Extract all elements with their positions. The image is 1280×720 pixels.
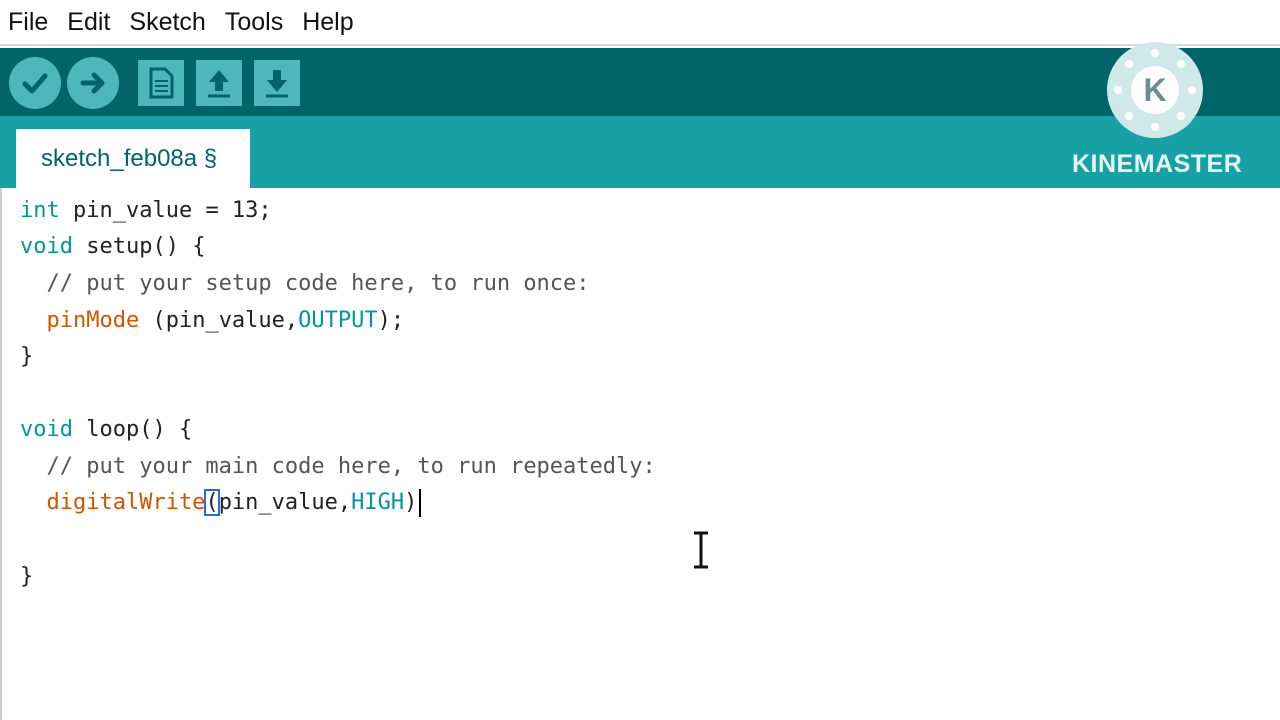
save-button[interactable] xyxy=(254,60,300,106)
code-line-2: void setup() { xyxy=(20,230,205,264)
code-text: () { xyxy=(152,234,206,259)
menu-bar: File Edit Sketch Tools Help xyxy=(0,0,1280,46)
menu-sketch[interactable]: Sketch xyxy=(129,8,205,37)
code-func-name: setup xyxy=(72,234,153,259)
ibeam-cursor-icon xyxy=(694,531,708,569)
bracket-highlight: ( xyxy=(204,489,220,516)
code-text: pin_value = 13; xyxy=(59,198,272,223)
menu-edit[interactable]: Edit xyxy=(67,8,110,37)
code-text: pin_value, xyxy=(218,490,352,515)
menu-help[interactable]: Help xyxy=(302,8,353,37)
code-line-4: pinMode (pin_value,OUTPUT); xyxy=(20,304,404,338)
code-type: int xyxy=(20,198,60,223)
new-button[interactable] xyxy=(138,60,184,106)
code-constant: OUTPUT xyxy=(298,308,378,333)
kinemaster-logo: K xyxy=(1107,42,1203,138)
menu-tools[interactable]: Tools xyxy=(225,8,283,37)
kinemaster-letter: K xyxy=(1143,72,1166,108)
open-button[interactable] xyxy=(196,60,242,106)
code-line-8: // put your main code here, to run repea… xyxy=(20,454,656,479)
upload-button[interactable] xyxy=(67,57,119,109)
code-function: pinMode xyxy=(20,308,140,333)
code-keyword: void xyxy=(20,417,73,442)
menu-file[interactable]: File xyxy=(8,8,48,37)
tab-sketch[interactable]: sketch_feb08a § xyxy=(16,129,250,188)
code-text: () { xyxy=(139,417,193,442)
code-line-1: int pin_value = 13; xyxy=(20,194,272,228)
document-icon xyxy=(149,67,174,99)
arrow-up-icon xyxy=(208,70,230,98)
arrow-down-icon xyxy=(266,70,288,98)
verify-button[interactable] xyxy=(9,57,61,109)
kinemaster-watermark: KINEMASTER xyxy=(1072,150,1243,178)
code-line-7: void loop() { xyxy=(20,413,192,447)
arrow-right-icon xyxy=(80,72,105,94)
code-constant: HIGH xyxy=(351,490,405,515)
code-line-9: digitalWrite(pin_value,HIGH) xyxy=(20,486,422,520)
code-line-5: } xyxy=(20,344,34,369)
code-editor[interactable]: int pin_value = 13; void setup() { // pu… xyxy=(0,188,1280,720)
code-keyword: void xyxy=(20,234,73,259)
text-caret xyxy=(419,489,422,517)
code-text: ); xyxy=(377,308,405,333)
code-line-3: // put your setup code here, to run once… xyxy=(20,271,590,296)
code-function: digitalWrite xyxy=(20,490,206,515)
code-text: ) xyxy=(404,490,418,515)
code-func-name: loop xyxy=(72,417,140,442)
toolbar xyxy=(0,48,1280,116)
kinemaster-logo-icon: K xyxy=(1114,49,1196,131)
check-icon xyxy=(22,73,48,94)
tab-label: sketch_feb08a § xyxy=(41,144,218,172)
code-text: (pin_value, xyxy=(139,308,299,333)
code-line-11: } xyxy=(20,564,34,589)
